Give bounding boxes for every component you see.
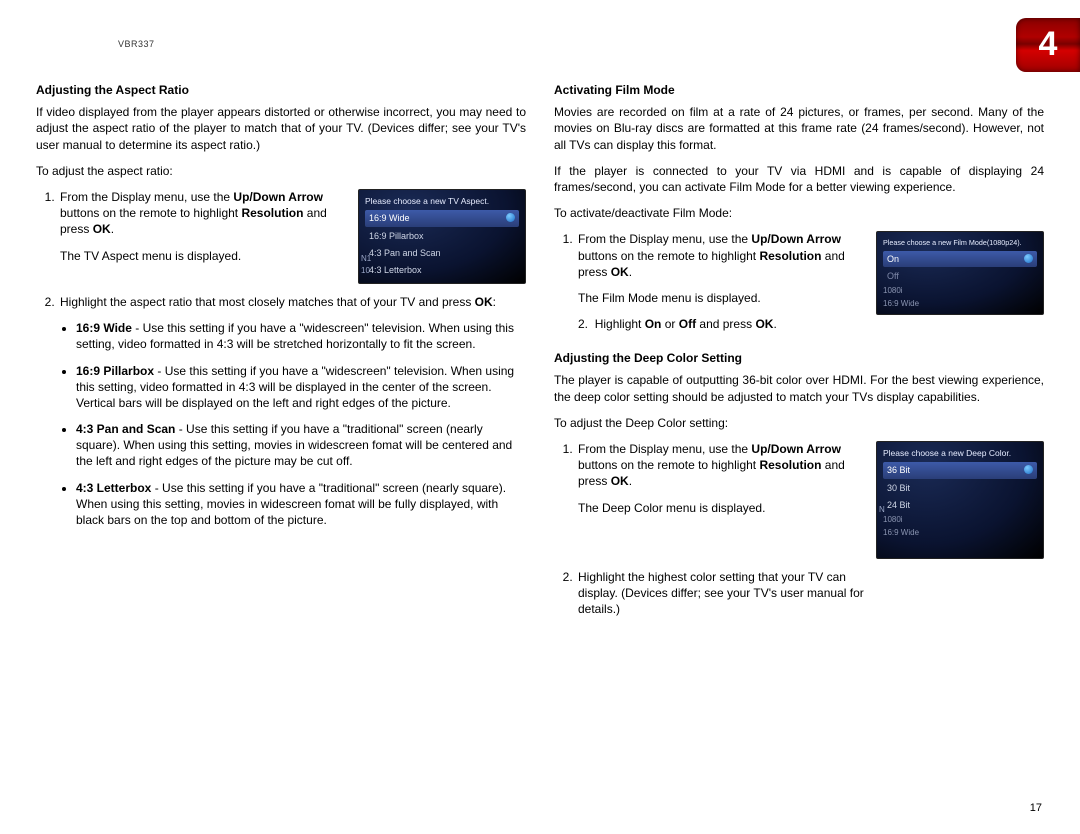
right-column: Activating Film Mode Movies are recorded… [554, 82, 1044, 628]
aspect-option: 4:3 Pan and Scan - Use this setting if y… [76, 421, 526, 470]
content-columns: Adjusting the Aspect Ratio If video disp… [36, 82, 1044, 628]
aspect-step-1: From the Display menu, use the Up/Down A… [58, 189, 526, 284]
aspect-intro: If video displayed from the player appea… [36, 104, 526, 153]
deep-step1-sub: The Deep Color menu is displayed. [578, 500, 866, 516]
ss-faint: 1080i [883, 515, 1037, 526]
aspect-lead: To adjust the aspect ratio: [36, 163, 526, 179]
aspect-option: 16:9 Wide - Use this setting if you have… [76, 320, 526, 352]
ss-option: 4:3 Letterbox [365, 262, 519, 278]
ss-option: Off [883, 268, 1037, 284]
ss-title: Please choose a new Deep Color. [883, 448, 1037, 459]
chapter-tab: 4 [1016, 18, 1080, 72]
film-mode-screenshot: Please choose a new Film Mode(1080p24). … [876, 231, 1044, 315]
ss-option-selected: 36 Bit [883, 462, 1037, 478]
film-steps: From the Display menu, use the Up/Down A… [554, 231, 1044, 332]
deep-step-1: From the Display menu, use the Up/Down A… [576, 441, 1044, 559]
ss-option-selected: On [883, 251, 1037, 267]
deep-lead: To adjust the Deep Color setting: [554, 415, 1044, 431]
heading-aspect-ratio: Adjusting the Aspect Ratio [36, 82, 526, 98]
deep-p1: The player is capable of outputting 36-b… [554, 372, 1044, 404]
ss-option: 24 Bit [883, 497, 1037, 513]
film-lead: To activate/deactivate Film Mode: [554, 205, 1044, 221]
ss-option: 30 Bit [883, 480, 1037, 496]
model-code: VBR337 [118, 38, 155, 50]
aspect-options: 16:9 Wide - Use this setting if you have… [36, 320, 526, 528]
deep-step-2: Highlight the highest color setting that… [576, 569, 878, 618]
heading-deep-color: Adjusting the Deep Color Setting [554, 350, 1044, 366]
tv-aspect-screenshot: Please choose a new TV Aspect. 16:9 Wide… [358, 189, 526, 284]
deep-color-screenshot: Please choose a new Deep Color. 36 Bit 3… [876, 441, 1044, 559]
film-step-1: From the Display menu, use the Up/Down A… [576, 231, 1044, 332]
aspect-option: 4:3 Letterbox - Use this setting if you … [76, 480, 526, 529]
film-p1: Movies are recorded on film at a rate of… [554, 104, 1044, 153]
ss-option-selected: 16:9 Wide [365, 210, 519, 226]
ss-edge-text: 10 [361, 266, 370, 277]
ss-faint: 16:9 Wide [883, 528, 1037, 539]
ss-option: 16:9 Pillarbox [365, 228, 519, 244]
ss-faint: 1080i [883, 286, 1037, 297]
ss-edge-text: N [879, 505, 885, 516]
heading-film-mode: Activating Film Mode [554, 82, 1044, 98]
left-column: Adjusting the Aspect Ratio If video disp… [36, 82, 526, 628]
aspect-option: 16:9 Pillarbox - Use this setting if you… [76, 363, 526, 412]
film-step1-sub: The Film Mode menu is displayed. [578, 290, 866, 306]
ss-option: 4:3 Pan and Scan [365, 245, 519, 261]
aspect-step1-sub: The TV Aspect menu is displayed. [60, 248, 348, 264]
ss-faint: 16:9 Wide [883, 299, 1037, 310]
aspect-steps: From the Display menu, use the Up/Down A… [36, 189, 526, 310]
film-p2: If the player is connected to your TV vi… [554, 163, 1044, 195]
ss-title: Please choose a new TV Aspect. [365, 196, 519, 207]
deep-steps: From the Display menu, use the Up/Down A… [554, 441, 1044, 618]
page-number: 17 [1030, 801, 1042, 816]
ss-edge-text: N1 [361, 254, 371, 265]
ss-title: Please choose a new Film Mode(1080p24). [883, 238, 1037, 248]
aspect-step-2: Highlight the aspect ratio that most clo… [58, 294, 526, 310]
